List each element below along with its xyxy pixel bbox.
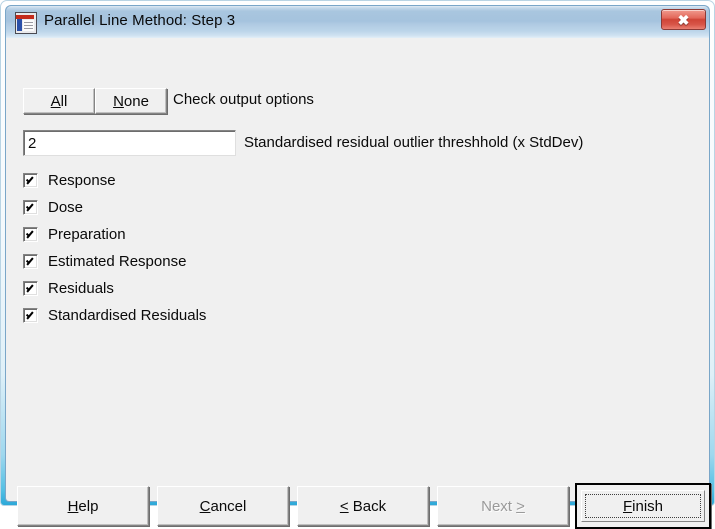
toolbar-instruction: Check output options — [173, 91, 314, 108]
back-accel: < — [339, 497, 349, 515]
checkbox-estimated-response[interactable] — [23, 253, 38, 269]
checkbox-label-preparation: Preparation — [48, 225, 126, 243]
select-none-button[interactable]: None — [95, 88, 167, 114]
cancel-button[interactable]: Cancel — [157, 486, 289, 526]
cancel-accel: C — [199, 497, 211, 515]
checkbox-label-residuals: Residuals — [48, 279, 114, 297]
checkbox-row-residuals[interactable]: Residuals — [23, 277, 114, 299]
checkbox-response[interactable] — [23, 172, 38, 188]
help-rest: elp — [78, 497, 99, 515]
check-icon — [26, 309, 35, 318]
none-rest: one — [123, 92, 149, 110]
close-icon: ✖ — [677, 11, 690, 28]
none-accel: N — [113, 92, 124, 110]
help-accel: H — [67, 497, 79, 515]
next-rest: Next — [481, 497, 517, 515]
checkbox-preparation[interactable] — [23, 226, 38, 242]
application-icon — [15, 12, 37, 34]
back-rest: Back — [348, 497, 387, 515]
help-button[interactable]: Help — [17, 486, 149, 526]
checkbox-standardised-residuals[interactable] — [23, 307, 38, 323]
window-title: Parallel Line Method: Step 3 — [44, 12, 236, 29]
close-button[interactable]: ✖ — [661, 9, 706, 30]
checkbox-label-response: Response — [48, 171, 116, 189]
dialog-client-area: All None Check output options Standardis… — [5, 38, 711, 529]
finish-button-inner: Finish — [581, 490, 705, 522]
title-bar[interactable]: Parallel Line Method: Step 3 ✖ — [5, 5, 710, 38]
check-icon — [26, 201, 35, 210]
finish-accel: F — [622, 497, 633, 515]
cancel-rest: ancel — [210, 497, 247, 515]
window-frame: Parallel Line Method: Step 3 ✖ All None … — [0, 0, 715, 529]
all-accel: A — [50, 92, 61, 110]
checkbox-row-preparation[interactable]: Preparation — [23, 223, 126, 245]
window-inner: Parallel Line Method: Step 3 ✖ All None … — [5, 5, 711, 529]
checkbox-row-dose[interactable]: Dose — [23, 196, 83, 218]
next-accel: > — [516, 497, 525, 515]
finish-button[interactable]: Finish — [575, 483, 711, 529]
check-icon — [26, 174, 35, 183]
all-rest: ll — [60, 92, 68, 110]
threshold-label: Standardised residual outlier threshhold… — [244, 134, 584, 151]
checkbox-dose[interactable] — [23, 199, 38, 215]
finish-focus-rect: Finish — [585, 494, 701, 518]
checkbox-label-dose: Dose — [48, 198, 84, 216]
next-button: Next > — [437, 486, 569, 526]
check-icon — [26, 282, 35, 291]
checkbox-label-estimated-response: Estimated Response — [48, 252, 187, 270]
check-icon — [26, 228, 35, 237]
finish-rest: inish — [632, 497, 664, 515]
checkbox-residuals[interactable] — [23, 280, 38, 296]
checkbox-row-standardised-residuals[interactable]: Standardised Residuals — [23, 304, 206, 326]
checkbox-label-standardised-residuals: Standardised Residuals — [48, 306, 207, 324]
threshold-input[interactable] — [23, 130, 236, 156]
checkbox-row-estimated-response[interactable]: Estimated Response — [23, 250, 186, 272]
check-icon — [26, 255, 35, 264]
back-button[interactable]: < Back — [297, 486, 429, 526]
checkbox-row-response[interactable]: Response — [23, 169, 116, 191]
select-all-button[interactable]: All — [23, 88, 95, 114]
